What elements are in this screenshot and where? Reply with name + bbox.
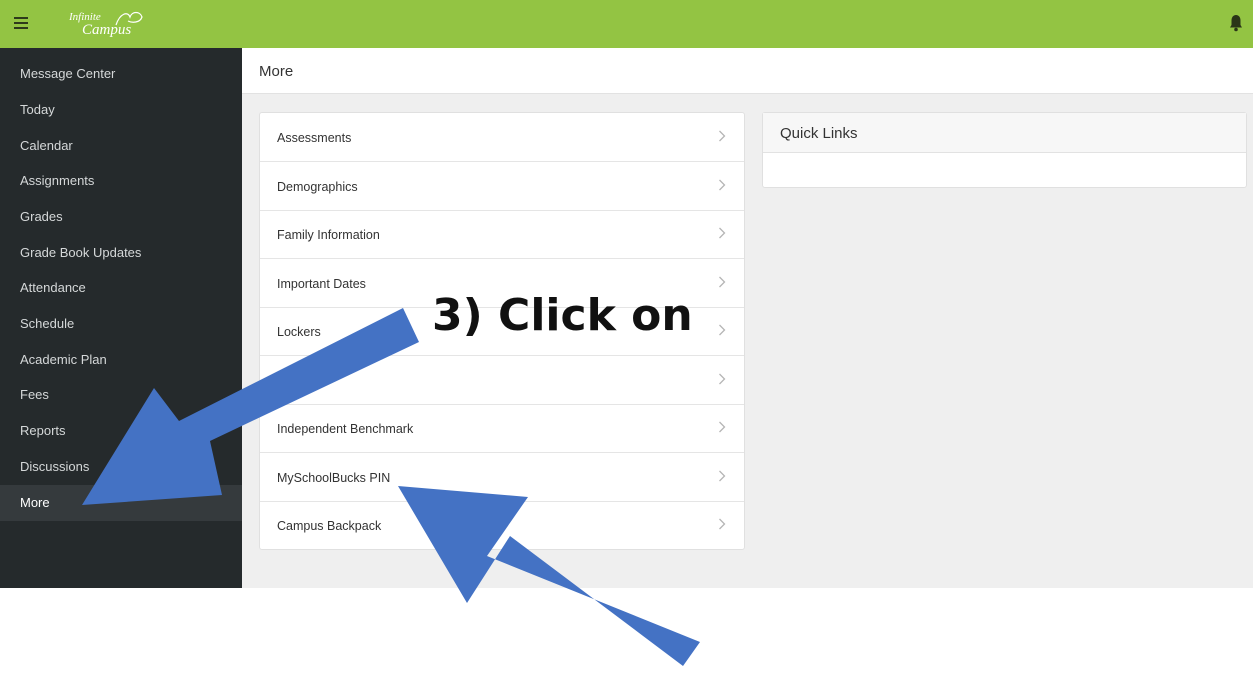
annotation-arrows [82,308,700,666]
arrow-to-more [82,308,419,505]
arrow-to-myschoolbucks [398,486,700,666]
annotation-caption: 3) Click on [432,290,693,341]
